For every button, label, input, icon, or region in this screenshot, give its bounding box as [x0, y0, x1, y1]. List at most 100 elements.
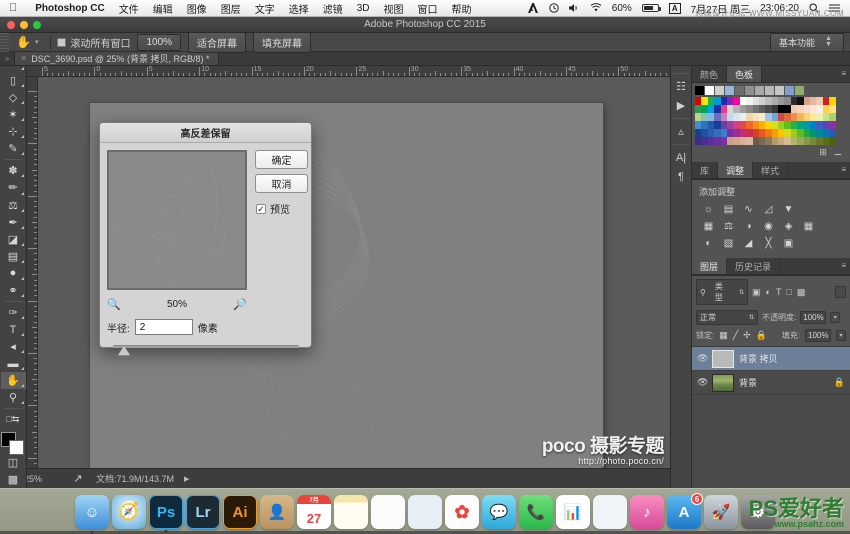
hand-tool-icon[interactable]: ✋: [9, 35, 35, 49]
layer-list[interactable]: 👁 背景 拷贝 👁 背景 🔒: [692, 346, 850, 488]
fit-screen-button[interactable]: 适合屏幕: [188, 31, 247, 53]
color-swatch[interactable]: [755, 86, 764, 95]
lock-all-icon[interactable]: 🔒: [756, 330, 767, 341]
radius-input[interactable]: 2: [134, 319, 193, 335]
eraser-tool[interactable]: ◪: [1, 231, 26, 248]
dock-icon-numbers[interactable]: 📊: [556, 495, 590, 529]
vertical-ruler[interactable]: [27, 77, 38, 468]
filter-toggle-switch[interactable]: [835, 286, 846, 298]
color-swatch[interactable]: [829, 113, 836, 121]
dock-icon-appstore[interactable]: A6: [667, 493, 703, 529]
menu-item-view[interactable]: 视图: [376, 1, 410, 16]
dock-icon-contacts[interactable]: 👤: [260, 495, 294, 529]
tab-swatches[interactable]: 色板: [727, 66, 763, 82]
panel-menu-icon[interactable]: ≡: [841, 166, 846, 174]
quick-mask-icon[interactable]: ◫: [1, 454, 26, 471]
color-swatch[interactable]: [829, 105, 836, 113]
brightness-contrast-icon[interactable]: ☼: [702, 203, 715, 216]
pen-tool[interactable]: ✑: [1, 304, 26, 321]
fill-screen-button[interactable]: 填充屏幕: [253, 31, 312, 53]
layer-visibility-icon[interactable]: 👁: [697, 377, 708, 388]
tab-history[interactable]: 历史记录: [727, 258, 781, 274]
menu-item-file[interactable]: 文件: [112, 1, 146, 16]
tool-preset-chevron-icon[interactable]: ▾: [35, 38, 45, 46]
horizontal-ruler[interactable]: 50510152025303540455055: [27, 66, 670, 77]
color-swatch[interactable]: [705, 86, 714, 95]
layer-visibility-icon[interactable]: 👁: [697, 353, 708, 364]
smart-object-filter-icon[interactable]: ▩: [796, 287, 807, 298]
screen-mode-icon[interactable]: ▩: [1, 471, 26, 488]
spot-healing-brush-tool[interactable]: ✽: [1, 162, 26, 179]
clone-source-icon[interactable]: ▵: [670, 122, 692, 141]
adjustment-filter-icon[interactable]: ◐: [765, 287, 772, 297]
panel-menu-icon[interactable]: ≡: [841, 262, 846, 270]
menu-item-type[interactable]: 文字: [248, 1, 282, 16]
volume-status-icon[interactable]: [564, 3, 585, 13]
dock-icon-lightroom[interactable]: Lr: [186, 495, 220, 529]
high-pass-dialog[interactable]: 高反差保留 确定 取消 ✓ 预览 🔍 50% 🔎 半径: 2 像素: [99, 122, 312, 355]
dock-icon-preview[interactable]: [408, 495, 442, 529]
opacity-stepper[interactable]: ▾: [830, 312, 841, 323]
zoom-in-icon[interactable]: 🔎: [233, 298, 247, 311]
swatch-row-top[interactable]: [695, 86, 847, 95]
color-swatches[interactable]: [1, 432, 25, 456]
type-tool[interactable]: T: [1, 321, 26, 338]
menu-item-edit[interactable]: 编辑: [146, 1, 180, 16]
layer-thumbnail[interactable]: [712, 373, 734, 392]
color-swatch[interactable]: [829, 137, 836, 145]
color-swatch[interactable]: [765, 86, 774, 95]
color-balance-icon[interactable]: ⚖: [722, 220, 735, 233]
delete-swatch-icon[interactable]: ⚊: [834, 147, 842, 158]
zoom-out-icon[interactable]: 🔍: [107, 298, 121, 311]
rectangle-tool[interactable]: ▬: [1, 355, 26, 372]
menu-item-window[interactable]: 窗口: [410, 1, 444, 16]
channel-mixer-icon[interactable]: ◈: [782, 220, 795, 233]
selective-color-icon[interactable]: ▣: [782, 237, 795, 250]
layer-thumbnail[interactable]: [712, 349, 734, 368]
color-swatch[interactable]: [775, 86, 784, 95]
blur-tool[interactable]: ●: [1, 265, 26, 282]
color-swatch[interactable]: [715, 86, 724, 95]
dock-icon-keynote[interactable]: [593, 495, 627, 529]
vibrance-icon[interactable]: ▼: [782, 203, 795, 216]
levels-icon[interactable]: ▤: [722, 203, 735, 216]
history-icon[interactable]: ☷: [670, 77, 692, 96]
invert-icon[interactable]: ◐: [702, 237, 715, 250]
fill-stepper[interactable]: ▾: [836, 330, 846, 341]
eyedropper-tool[interactable]: ✎: [1, 140, 26, 157]
dialog-cancel-button[interactable]: 取消: [255, 174, 308, 193]
apple-logo-icon[interactable]: : [9, 2, 17, 14]
pixel-filter-icon[interactable]: ▣: [751, 287, 762, 298]
color-swatch[interactable]: [735, 86, 744, 95]
fill-value[interactable]: 100%: [805, 329, 831, 342]
dock-icon-illustrator[interactable]: Ai: [223, 495, 257, 529]
dock-icon-messages[interactable]: 💬: [482, 495, 516, 529]
lock-transparent-pixels-icon[interactable]: ▦: [719, 330, 728, 341]
input-source-icon[interactable]: A: [664, 2, 686, 14]
status-menu-arrow-icon[interactable]: ▶: [184, 475, 189, 483]
dock-icon-photoshop[interactable]: Ps: [149, 495, 183, 533]
dialog-ok-button[interactable]: 确定: [255, 150, 308, 169]
color-swatch[interactable]: [795, 86, 804, 95]
layer-name[interactable]: 背景: [739, 376, 757, 389]
clone-stamp-tool[interactable]: ⚖: [1, 197, 26, 214]
layer-row-background-copy[interactable]: 👁 背景 拷贝: [692, 347, 850, 371]
exposure-icon[interactable]: ◿: [762, 203, 775, 216]
menu-item-select[interactable]: 选择: [282, 1, 316, 16]
swap-colors-icon[interactable]: □⇆: [1, 411, 26, 428]
blend-mode-select[interactable]: 正常 ⇅: [696, 310, 758, 325]
actions-icon[interactable]: ▶: [670, 96, 692, 115]
options-bar-grip[interactable]: [0, 32, 9, 52]
brush-tool[interactable]: ✏: [1, 179, 26, 196]
gradient-map-icon[interactable]: ╳: [762, 237, 775, 250]
tab-layers[interactable]: 图层: [692, 258, 728, 274]
dock-icon-finder[interactable]: ☺: [75, 495, 109, 534]
battery-status-icon[interactable]: [637, 4, 664, 12]
paragraph-icon[interactable]: ¶: [670, 167, 692, 186]
dock-icon-safari[interactable]: 🧭: [112, 495, 146, 529]
color-lookup-icon[interactable]: ▦: [802, 220, 815, 233]
crop-tool[interactable]: ⊹: [1, 123, 26, 140]
shape-filter-icon[interactable]: □: [785, 287, 792, 297]
color-swatch[interactable]: [745, 86, 754, 95]
tab-drag-handle-icon[interactable]: »: [0, 51, 14, 65]
